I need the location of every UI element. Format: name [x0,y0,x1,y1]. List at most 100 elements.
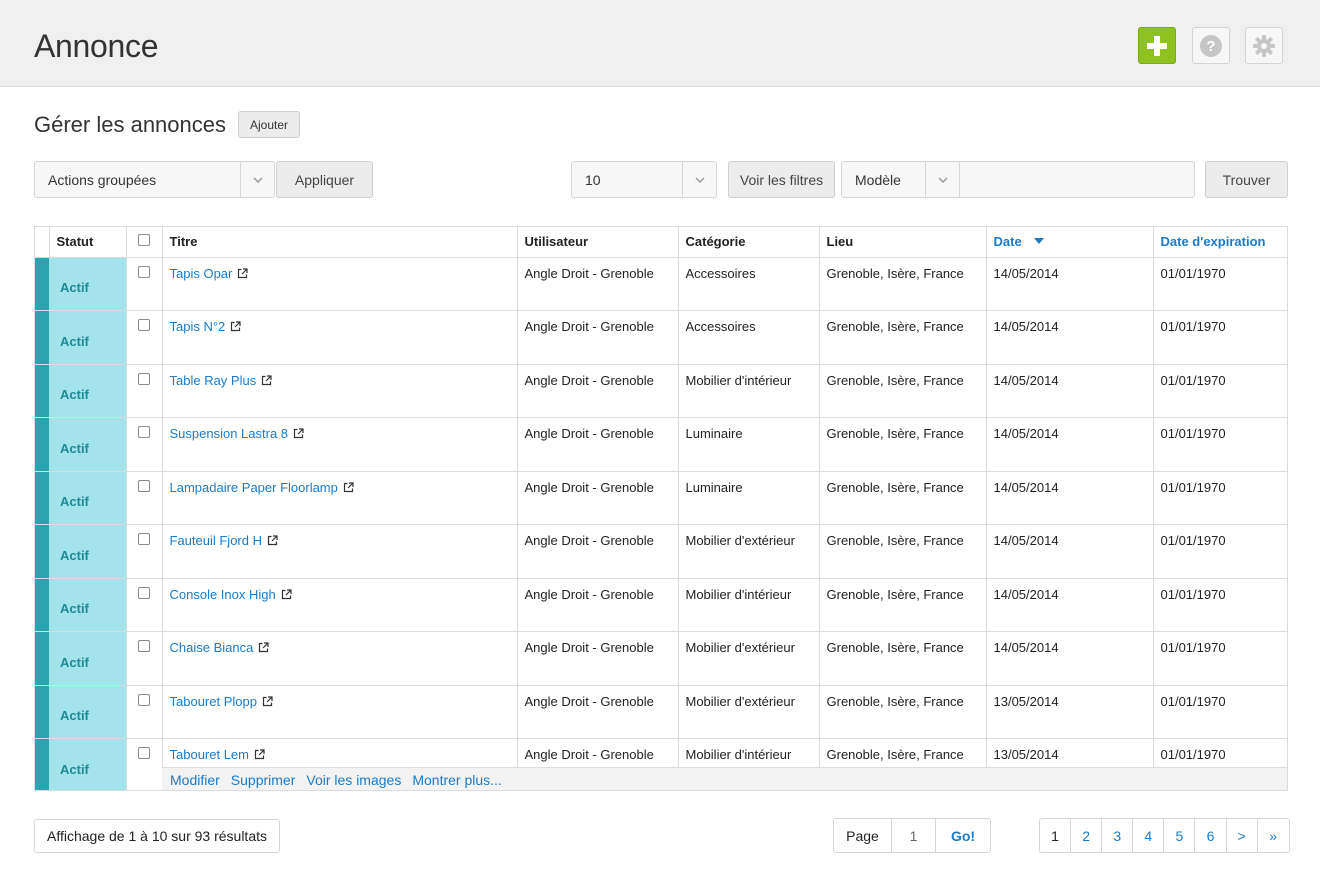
per-page-select[interactable]: 10 [571,161,717,198]
row-checkbox[interactable] [138,693,150,706]
model-select[interactable]: Modèle [841,161,960,198]
page-link-4[interactable]: 4 [1133,819,1165,852]
external-link-icon[interactable] [262,695,273,707]
listing-title-link[interactable]: Tapis N°2 [170,319,226,334]
expiration-cell: 01/01/1970 [1153,685,1287,739]
row-checkbox[interactable] [138,479,150,492]
listing-title-link[interactable]: Chaise Bianca [170,640,254,655]
listing-title-link[interactable]: Tapis Opar [170,266,233,281]
row-checkbox[interactable] [138,426,150,438]
svg-text:?: ? [1206,38,1215,55]
row-select-cell [126,364,163,418]
add-button[interactable] [1138,27,1176,64]
location-cell: Grenoble, Isère, France [819,685,987,739]
date-cell: 14/05/2014 [986,578,1154,632]
category-cell: Mobilier d'intérieur [678,364,820,418]
listing-title-link[interactable]: Tabouret Lem [170,747,250,762]
external-link-icon[interactable] [343,481,354,493]
status-stripe [35,738,49,790]
header-date[interactable]: Date [986,227,1154,258]
row-select-cell [126,310,163,365]
listing-title-link[interactable]: Table Ray Plus [170,373,257,388]
listing-title-link[interactable]: Suspension Lastra 8 [170,426,289,441]
add-listing-button[interactable]: Ajouter [238,111,301,138]
go-button[interactable]: Go! [936,819,990,852]
row-checkbox[interactable] [138,533,150,545]
table-row: Actif Fauteuil Fjord H Angle Droit - Greno… [35,524,1287,579]
status-stripe [35,310,49,365]
row-checkbox[interactable] [138,586,150,599]
location-cell: Grenoble, Isère, France [819,417,987,472]
user-cell: Angle Droit - Grenoble [517,685,679,739]
listing-title-link[interactable]: Fauteuil Fjord H [170,533,262,548]
page-link-2[interactable]: 2 [1071,819,1103,852]
header-status[interactable]: Statut [49,227,127,258]
row-actions-bar: Modifier Supprimer Voir les images Montr… [162,767,1287,790]
help-button[interactable]: ? [1192,27,1230,64]
show-more-link[interactable]: Montrer plus... [412,772,501,788]
date-cell: 14/05/2014 [986,310,1154,365]
listing-title-link[interactable]: Lampadaire Paper Floorlamp [170,480,338,495]
row-checkbox[interactable] [138,747,150,759]
title-cell: Tabouret Plopp [162,685,518,739]
search-input[interactable] [959,161,1195,198]
results-summary: Affichage de 1 à 10 sur 93 résultats [34,819,280,853]
page-title: Annonce [34,28,159,64]
chevron-down-icon [682,162,716,197]
page-link-1[interactable]: 1 [1040,819,1072,852]
date-cell: 14/05/2014 [986,417,1154,472]
location-cell: Grenoble, Isère, France [819,257,987,311]
date-cell: 14/05/2014 [986,524,1154,579]
external-link-icon[interactable] [281,588,292,600]
row-checkbox[interactable] [138,640,150,652]
row-select-cell [126,417,163,472]
external-link-icon[interactable] [230,321,241,332]
sort-descending-icon [1033,238,1044,245]
external-link-icon[interactable] [267,535,278,546]
header-expiration[interactable]: Date d'expiration [1153,227,1287,258]
listing-title-link[interactable]: Tabouret Plopp [170,694,257,709]
expiration-cell: 01/01/1970 [1153,310,1287,365]
row-checkbox[interactable] [138,372,150,385]
row-checkbox[interactable] [138,265,150,278]
header-location[interactable]: Lieu [819,227,987,258]
apply-button[interactable]: Appliquer [276,161,373,198]
title-cell: Table Ray Plus [162,364,518,418]
external-link-icon[interactable] [293,428,304,439]
page-link-3[interactable]: 3 [1102,819,1134,852]
header-title[interactable]: Titre [162,227,518,258]
show-filters-button[interactable]: Voir les filtres [728,161,835,198]
view-images-link[interactable]: Voir les images [306,772,401,788]
select-all-checkbox[interactable] [138,234,150,247]
page-link-5[interactable]: 5 [1164,819,1196,852]
bulk-actions-select[interactable]: Actions groupées [34,161,275,198]
next-page-link[interactable]: > [1227,819,1258,852]
page-jump: Page Go! [833,818,991,853]
external-link-icon[interactable] [261,374,272,386]
status-badge: Actif [49,471,127,525]
delete-link[interactable]: Supprimer [231,772,296,788]
page-number-input[interactable] [892,819,936,852]
header-select-all [126,227,163,258]
status-badge: Actif [49,310,127,365]
category-cell: Luminaire [678,417,820,472]
listing-title-link[interactable]: Console Inox High [170,587,276,602]
row-select-cell [126,471,163,525]
row-checkbox[interactable] [138,319,150,331]
settings-button[interactable] [1245,27,1283,64]
location-cell: Grenoble, Isère, France [819,578,987,632]
date-cell: 14/05/2014 [986,364,1154,418]
page-link-6[interactable]: 6 [1195,819,1227,852]
external-link-icon[interactable] [258,642,269,653]
table-row: Actif Tapis Opar Angle Droit - Grenoble Acc… [35,257,1287,311]
find-button[interactable]: Trouver [1205,161,1288,198]
location-cell: Grenoble, Isère, France [819,631,987,686]
edit-link[interactable]: Modifier [170,772,220,788]
row-select-cell [126,578,163,632]
last-page-link[interactable]: » [1258,819,1289,852]
header-user[interactable]: Utilisateur [517,227,679,258]
header-category[interactable]: Catégorie [678,227,820,258]
external-link-icon[interactable] [254,749,265,760]
external-link-icon[interactable] [237,267,248,279]
chevron-down-icon [925,162,959,197]
